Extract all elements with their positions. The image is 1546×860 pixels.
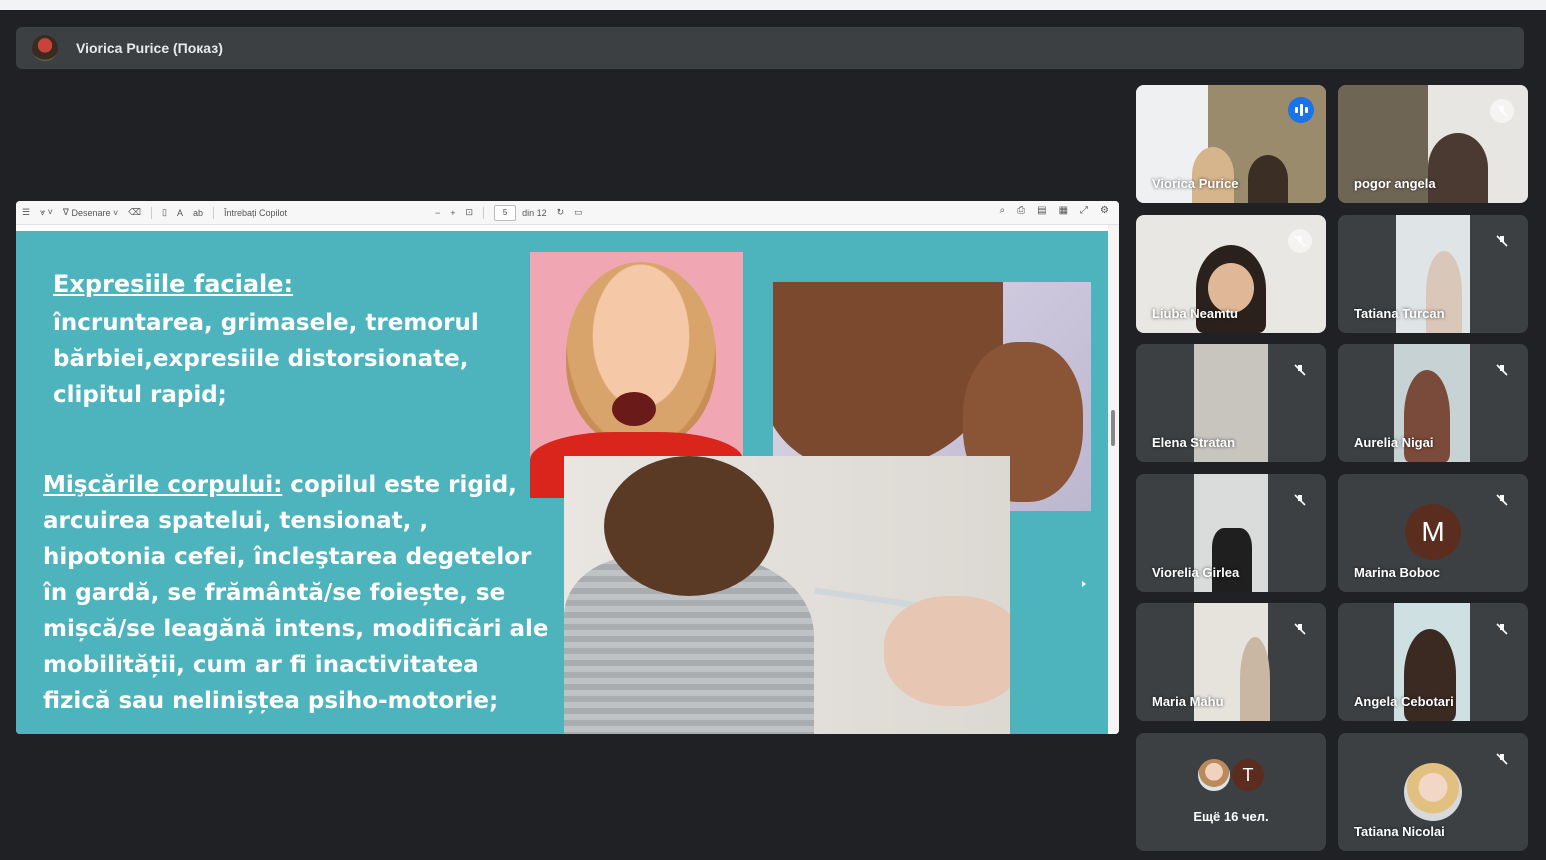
- shared-screen: ☰ ⩔ ˅ ∇ Desenare ˅ ⌫ ▯ A ab Întrebați Co…: [16, 201, 1119, 734]
- avatar: [1404, 763, 1462, 821]
- participant-name: Tatiana Nicolai: [1354, 824, 1445, 839]
- browser-top-strip: [0, 0, 1546, 10]
- contents-icon[interactable]: ☰: [22, 207, 30, 218]
- vertical-scrollbar[interactable]: [1108, 225, 1119, 734]
- participant-video: [1192, 147, 1234, 203]
- presenter-avatar: [32, 35, 58, 61]
- rotate-icon[interactable]: ↻: [557, 207, 565, 218]
- photo-girl-mouth: [612, 392, 656, 426]
- participant-tile[interactable]: M Marina Boboc: [1338, 474, 1528, 592]
- participant-tile[interactable]: Viorica Purice: [1136, 85, 1326, 203]
- participant-name: Tatiana Turcan: [1354, 306, 1445, 321]
- zoom-out-icon[interactable]: −: [435, 208, 440, 218]
- more-participants-avatars: T: [1196, 757, 1266, 793]
- fullscreen-icon[interactable]: ⤢: [1080, 205, 1088, 216]
- more-participants-tile[interactable]: T Ещё 16 чел.: [1136, 733, 1326, 851]
- microphone-off-icon: [1490, 617, 1514, 641]
- search-icon[interactable]: ⌕: [1000, 205, 1006, 216]
- avatar: M: [1405, 504, 1461, 560]
- participant-video: [1248, 155, 1288, 203]
- draw-button[interactable]: ∇ Desenare ˅: [63, 207, 118, 218]
- eraser-icon[interactable]: ⌫: [128, 207, 141, 218]
- slide-body-movements: Mişcările corpului: copilul este rigid, …: [43, 467, 553, 719]
- participant-tile[interactable]: Tatiana Turcan: [1338, 215, 1528, 333]
- toolbar-right-group: ⌕ ⎙ ▤ ▦ ⤢ ⚙: [988, 205, 1109, 216]
- photo-nurse-hand: [884, 596, 1010, 706]
- divider: [212, 206, 214, 219]
- presenter-bar: Viorica Purice (Показ): [16, 27, 1524, 69]
- page-view-icon[interactable]: ▯: [162, 207, 167, 218]
- participant-tile[interactable]: Angela Cebotari: [1338, 603, 1528, 721]
- slide-text-body: copilul este rigid, arcuirea spatelui, t…: [43, 472, 549, 714]
- participant-video: [1240, 637, 1270, 721]
- ask-copilot-button[interactable]: Întrebați Copilot: [224, 208, 287, 218]
- microphone-off-icon: [1288, 617, 1312, 641]
- speaking-indicator-icon: [1288, 97, 1314, 123]
- mouse-cursor: [1082, 581, 1086, 587]
- divider: [483, 206, 485, 219]
- microphone-off-icon: [1288, 488, 1312, 512]
- draw-label: Desenare: [71, 207, 111, 218]
- avatar: T: [1230, 757, 1266, 793]
- participant-name: Marina Boboc: [1354, 565, 1440, 580]
- participant-tile[interactable]: Aurelia Nigai: [1338, 344, 1528, 462]
- save-as-icon[interactable]: ▦: [1059, 205, 1068, 216]
- translate-icon[interactable]: ab: [193, 208, 203, 218]
- pdf-viewer-toolbar: ☰ ⩔ ˅ ∇ Desenare ˅ ⌫ ▯ A ab Întrebați Co…: [16, 201, 1119, 225]
- photo-vaccination-child: [564, 456, 1010, 734]
- participant-name: Liuba Neamtu: [1152, 306, 1238, 321]
- two-page-icon[interactable]: ▭: [574, 207, 583, 218]
- participant-tile[interactable]: Elena Stratan: [1136, 344, 1326, 462]
- scroll-thumb[interactable]: [1111, 410, 1115, 446]
- microphone-off-icon: [1490, 747, 1514, 771]
- print-icon[interactable]: ⎙: [1017, 205, 1025, 216]
- slide-heading-body: Mişcările corpului:: [43, 472, 283, 498]
- participant-video: [1212, 528, 1252, 592]
- participant-name: Maria Mahu: [1152, 694, 1224, 709]
- photo-kid-head: [604, 456, 774, 596]
- page-total: din 12: [522, 207, 547, 218]
- microphone-off-icon: [1288, 358, 1312, 382]
- microphone-off-icon: [1288, 229, 1312, 253]
- presenter-name: Viorica Purice (Показ): [76, 40, 223, 56]
- participant-name: Viorelia Girlea: [1152, 565, 1240, 580]
- participant-tile[interactable]: pogor angela: [1338, 85, 1528, 203]
- microphone-off-icon: [1490, 488, 1514, 512]
- participant-tile[interactable]: Viorelia Girlea: [1136, 474, 1326, 592]
- microphone-off-icon: [1490, 358, 1514, 382]
- slide-heading-facial: Expresiile faciale:: [53, 270, 294, 298]
- participant-tile[interactable]: Tatiana Nicolai: [1338, 733, 1528, 851]
- presentation-slide: Expresiile faciale: încruntarea, grimase…: [16, 231, 1108, 734]
- settings-icon[interactable]: ⚙: [1100, 205, 1109, 216]
- microphone-off-icon: [1490, 229, 1514, 253]
- save-icon[interactable]: ▤: [1037, 205, 1046, 216]
- more-participants-label: Ещё 16 чел.: [1193, 809, 1269, 824]
- participant-video: [1428, 133, 1488, 203]
- participant-name: Viorica Purice: [1152, 176, 1239, 191]
- participant-name: Angela Cebotari: [1354, 694, 1454, 709]
- microphone-off-icon: [1490, 99, 1514, 123]
- participant-name: Elena Stratan: [1152, 435, 1236, 450]
- fit-page-icon[interactable]: ⊡: [466, 207, 474, 218]
- participant-name: pogor angela: [1354, 176, 1436, 191]
- participant-name: Aurelia Nigai: [1354, 435, 1434, 450]
- highlight-icon[interactable]: ⩔ ˅: [40, 207, 53, 218]
- page-number-input[interactable]: 5: [494, 204, 517, 221]
- avatar: [1196, 757, 1232, 793]
- participant-tile[interactable]: Liuba Neamtu: [1136, 215, 1326, 333]
- participant-tile[interactable]: Maria Mahu: [1136, 603, 1326, 721]
- zoom-in-icon[interactable]: +: [450, 208, 455, 218]
- divider: [150, 206, 152, 219]
- slide-text-facial: încruntarea, grimasele, tremorul bărbiei…: [53, 310, 479, 408]
- read-aloud-icon[interactable]: A: [177, 208, 183, 218]
